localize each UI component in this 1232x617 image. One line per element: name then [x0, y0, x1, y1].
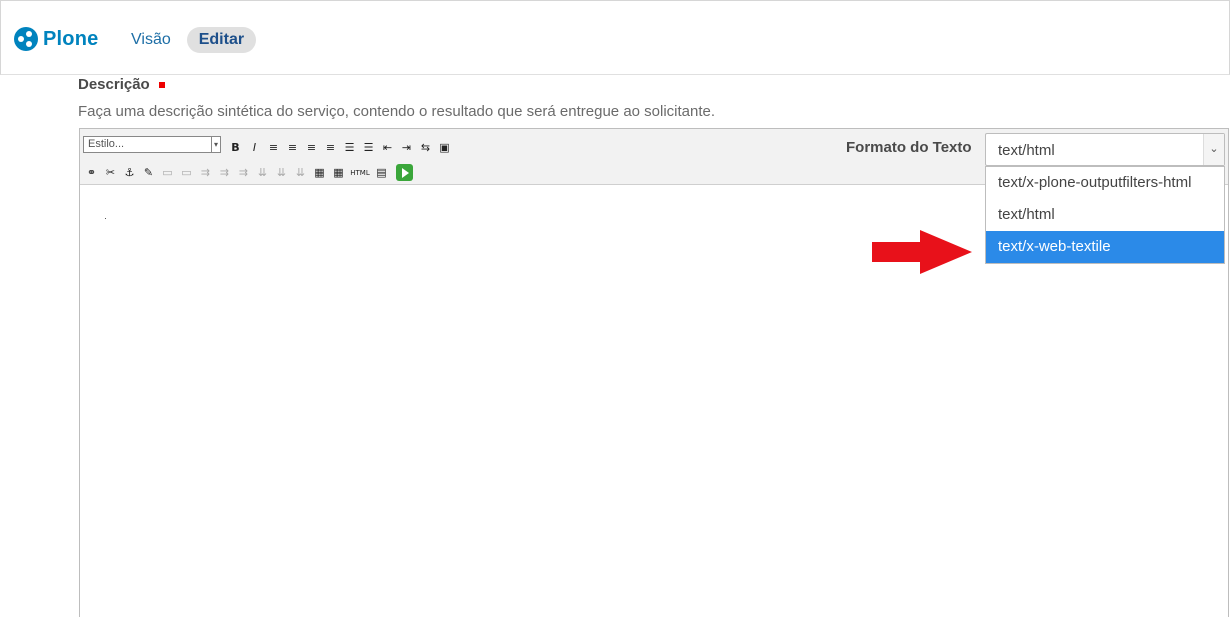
text-format-selected: text/html	[998, 142, 1055, 159]
align-right-icon[interactable]: ≡	[303, 139, 320, 156]
top-bar: Plone Visão Editar	[0, 0, 1230, 75]
insert-col-before-icon[interactable]: ⇊	[254, 164, 271, 181]
nav-view-link[interactable]: Visão	[131, 31, 171, 49]
toolbar-row-1: B I ≡ ≡ ≡ ≡ ☰ ☰ ⇤ ⇥ ⇆ ▣	[227, 139, 455, 156]
plone-logo[interactable]: Plone	[14, 27, 98, 51]
bold-icon[interactable]: B	[227, 139, 244, 156]
delete-col-icon[interactable]: ⇊	[292, 164, 309, 181]
align-justify-icon[interactable]: ≡	[322, 139, 339, 156]
fullscreen-icon[interactable]: ▤	[373, 164, 390, 181]
field-help-text: Faça uma descrição sintética do serviço,…	[78, 103, 716, 120]
format-option[interactable]: text/html	[986, 199, 1224, 231]
table-row-icon[interactable]: ▭	[159, 164, 176, 181]
required-marker	[158, 82, 165, 89]
link-icon[interactable]: ⚭	[83, 164, 100, 181]
chevron-down-icon[interactable]: ⌄	[1203, 134, 1224, 165]
insert-row-after-icon[interactable]: ⇉	[216, 164, 233, 181]
format-option[interactable]: text/x-plone-outputfilters-html	[986, 167, 1224, 199]
brand-name: Plone	[43, 27, 99, 50]
style-select-value: Estilo...	[88, 138, 125, 150]
red-arrow-shape	[872, 230, 972, 274]
html-source-icon[interactable]: HTML	[349, 164, 371, 181]
insert-col-after-icon[interactable]: ⇊	[273, 164, 290, 181]
insert-row-before-icon[interactable]: ⇉	[197, 164, 214, 181]
text-format-dropdown: text/x-plone-outputfilters-html text/html…	[985, 166, 1225, 264]
outdent-icon[interactable]: ⇤	[379, 139, 396, 156]
ordered-list-icon[interactable]: ☰	[360, 139, 377, 156]
toolbar-row-2: ⚭ ✂ ⚓ ✎ ▭ ▭ ⇉ ⇉ ⇉ ⇊ ⇊ ⇊ ▦ ▦ HTML ▤	[83, 164, 413, 181]
style-select-arrow-icon[interactable]: ▾	[211, 137, 220, 152]
align-left-icon[interactable]: ≡	[265, 139, 282, 156]
text-format-label: Formato do Texto	[846, 139, 972, 156]
nav-edit-link[interactable]: Editar	[186, 27, 257, 53]
italic-icon[interactable]: I	[246, 139, 263, 156]
style-select[interactable]: Estilo... ▾	[83, 136, 221, 153]
table-props-icon[interactable]: ▦	[330, 164, 347, 181]
field-label-text: Descrição	[78, 76, 150, 93]
format-option[interactable]: text/x-web-textile	[986, 231, 1224, 263]
field-label: Descrição	[78, 76, 165, 93]
main-nav: Visão Editar	[131, 27, 257, 53]
text-format-select[interactable]: text/html ⌄	[985, 133, 1225, 166]
delete-row-icon[interactable]: ⇉	[235, 164, 252, 181]
indent-icon[interactable]: ⇥	[398, 139, 415, 156]
anchor-icon[interactable]: ⚓	[121, 164, 138, 181]
play-icon[interactable]	[396, 164, 413, 181]
edit-icon[interactable]: ✎	[140, 164, 157, 181]
image-icon[interactable]: ▣	[436, 139, 453, 156]
unordered-list-icon[interactable]: ☰	[341, 139, 358, 156]
align-center-icon[interactable]: ≡	[284, 139, 301, 156]
editor-cursor	[105, 218, 106, 219]
table-cell-icon[interactable]: ▭	[178, 164, 195, 181]
unlink-icon[interactable]: ✂	[102, 164, 119, 181]
table-icon[interactable]: ▦	[311, 164, 328, 181]
definition-list-icon[interactable]: ⇆	[417, 139, 434, 156]
plone-logo-icon	[14, 27, 38, 51]
red-arrow-annotation	[872, 230, 972, 274]
